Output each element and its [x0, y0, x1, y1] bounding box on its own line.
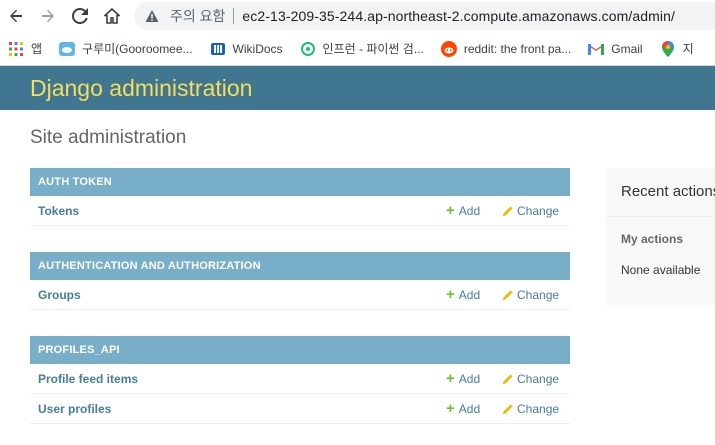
- maps-pin-icon: [660, 40, 676, 57]
- bookmark-label: reddit: the front pa...: [463, 41, 572, 56]
- change-label: Change: [517, 372, 560, 386]
- module-caption[interactable]: AUTH TOKEN: [30, 168, 570, 196]
- address-bar[interactable]: 주의 요함 ec2-13-209-35-244.ap-northeast-2.c…: [134, 2, 715, 30]
- change-label: Change: [517, 204, 560, 218]
- arrow-right-icon: [42, 9, 54, 23]
- address-separator: [233, 8, 235, 24]
- bookmark-gooroomee[interactable]: 구루미(Gooroomee...: [59, 40, 193, 57]
- plus-icon: +: [446, 286, 455, 303]
- model-link-groups[interactable]: Groups: [38, 288, 81, 302]
- model-link-user-profiles[interactable]: User profiles: [38, 402, 111, 416]
- bookmark-label: 인프런 - 파이썬 검...: [322, 42, 424, 56]
- security-label[interactable]: 주의 요함: [170, 6, 225, 26]
- module-caption[interactable]: PROFILES_API: [30, 336, 570, 364]
- change-button[interactable]: Change: [502, 288, 559, 302]
- module-authentication: AUTHENTICATION AND AUTHORIZATION Groups …: [30, 252, 570, 310]
- divider: [606, 216, 715, 217]
- bookmark-apps[interactable]: 앱: [8, 40, 42, 57]
- bookmark-gmail[interactable]: Gmail: [588, 41, 643, 57]
- arrow-left-icon: [10, 9, 22, 23]
- add-label: Add: [458, 204, 481, 218]
- change-button[interactable]: Change: [502, 372, 559, 386]
- bookmark-label: 지: [682, 42, 694, 56]
- add-label: Add: [458, 288, 481, 302]
- my-actions-heading: My actions: [621, 232, 684, 246]
- table-row: User profiles + Add Change: [30, 394, 570, 424]
- change-button[interactable]: Change: [502, 402, 559, 416]
- pencil-icon: [502, 290, 513, 301]
- pencil-icon: [502, 206, 513, 217]
- table-row: Tokens + Add Change: [30, 196, 570, 226]
- add-button[interactable]: + Add: [446, 202, 481, 219]
- site-brand[interactable]: Django administration: [30, 75, 252, 102]
- inflearn-icon: [300, 41, 316, 57]
- plus-icon: +: [446, 370, 455, 387]
- add-button[interactable]: + Add: [446, 370, 481, 387]
- bookmark-inflearn[interactable]: 인프런 - 파이썬 검...: [300, 40, 424, 57]
- empty-state-text: None available: [621, 263, 701, 277]
- django-header: Django administration: [0, 66, 715, 110]
- module-profiles-api: PROFILES_API Profile feed items + Add Cha…: [30, 336, 570, 424]
- home-icon: [104, 8, 120, 24]
- plus-icon: +: [446, 400, 455, 417]
- pencil-icon: [502, 404, 513, 415]
- add-button[interactable]: + Add: [446, 286, 481, 303]
- wikidocs-icon: [210, 41, 226, 57]
- recent-actions-panel: Recent actions My actions None available: [606, 168, 715, 305]
- bookmark-reddit[interactable]: reddit: the front pa...: [440, 40, 572, 57]
- reload-button[interactable]: [68, 4, 92, 28]
- gmail-icon: [588, 41, 605, 57]
- page-title: Site administration: [30, 127, 187, 148]
- reload-icon: [72, 8, 88, 24]
- add-label: Add: [458, 402, 481, 416]
- forward-button[interactable]: [36, 4, 60, 28]
- browser-toolbar: 주의 요함 ec2-13-209-35-244.ap-northeast-2.c…: [0, 0, 715, 32]
- pencil-icon: [502, 374, 513, 385]
- bookmark-label: 앱: [31, 42, 43, 56]
- add-label: Add: [458, 372, 481, 386]
- model-link-tokens[interactable]: Tokens: [38, 204, 79, 218]
- reddit-icon: [440, 40, 457, 57]
- bookmark-label: 구루미(Gooroomee...: [82, 42, 193, 56]
- change-label: Change: [517, 288, 560, 302]
- bookmark-maps[interactable]: 지: [660, 40, 694, 57]
- module-auth-token: AUTH TOKEN Tokens + Add Change: [30, 168, 570, 226]
- bookmark-wikidocs[interactable]: WikiDocs: [210, 41, 283, 57]
- module-caption[interactable]: AUTHENTICATION AND AUTHORIZATION: [30, 252, 570, 280]
- recent-actions-title: Recent actions: [621, 183, 715, 200]
- table-row: Profile feed items + Add Change: [30, 364, 570, 394]
- url-text[interactable]: ec2-13-209-35-244.ap-northeast-2.compute…: [242, 8, 675, 24]
- change-button[interactable]: Change: [502, 204, 559, 218]
- model-link-profile-feed-items[interactable]: Profile feed items: [38, 372, 138, 386]
- home-button[interactable]: [100, 4, 124, 28]
- table-row: Groups + Add Change: [30, 280, 570, 310]
- apps-grid-icon: [8, 41, 24, 57]
- add-button[interactable]: + Add: [446, 400, 481, 417]
- bookmark-label: WikiDocs: [232, 41, 283, 56]
- gooroomee-icon: [59, 41, 76, 57]
- plus-icon: +: [446, 202, 455, 219]
- back-button[interactable]: [4, 4, 28, 28]
- warning-icon: [144, 8, 160, 24]
- bookmarks-bar: 앱 구루미(Gooroomee... WikiDocs 인프런 - 파이썬 검.…: [0, 32, 715, 66]
- change-label: Change: [517, 402, 560, 416]
- bookmark-label: Gmail: [611, 41, 643, 56]
